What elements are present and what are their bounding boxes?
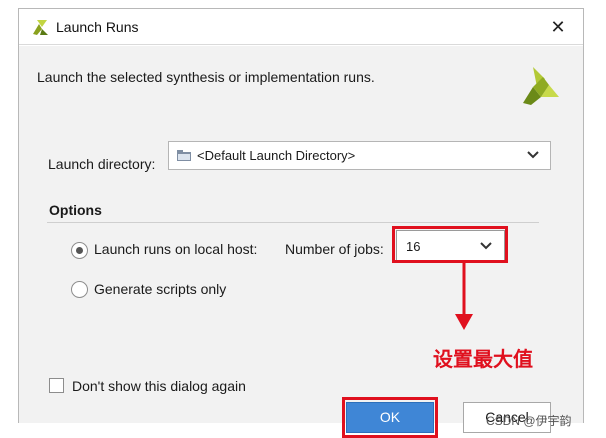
xilinx-logo-icon bbox=[33, 20, 48, 35]
chevron-down-icon[interactable] bbox=[527, 151, 539, 159]
launch-directory-label: Launch directory: bbox=[48, 156, 156, 172]
annotation-text: 设置最大值 bbox=[433, 347, 533, 371]
dialog-description: Launch the selected synthesis or impleme… bbox=[37, 69, 375, 85]
generate-scripts-label[interactable]: Generate scripts only bbox=[94, 281, 226, 297]
launch-directory-value: <Default Launch Directory> bbox=[197, 148, 356, 163]
title-bar: Launch Runs ✕ bbox=[19, 9, 583, 45]
dialog-title: Launch Runs bbox=[56, 19, 139, 35]
launch-directory-select[interactable]: <Default Launch Directory> bbox=[168, 141, 551, 170]
dialog-body: Launch the selected synthesis or impleme… bbox=[19, 46, 583, 438]
close-icon[interactable]: ✕ bbox=[547, 16, 569, 38]
annotation-arrow-icon bbox=[455, 262, 473, 330]
ok-highlight-box bbox=[342, 397, 438, 438]
local-host-radio[interactable] bbox=[71, 242, 88, 259]
launch-runs-dialog: Launch Runs ✕ Launch the selected synthe… bbox=[18, 8, 584, 438]
options-divider bbox=[47, 222, 539, 223]
xilinx-logo-icon bbox=[523, 67, 559, 105]
folder-icon bbox=[177, 150, 191, 161]
jobs-highlight-box bbox=[392, 226, 508, 263]
local-host-label[interactable]: Launch runs on local host: bbox=[94, 241, 257, 257]
dont-show-checkbox[interactable] bbox=[49, 378, 64, 393]
generate-scripts-radio[interactable] bbox=[71, 281, 88, 298]
dont-show-label[interactable]: Don't show this dialog again bbox=[72, 378, 246, 394]
number-of-jobs-label: Number of jobs: bbox=[285, 241, 384, 257]
options-group-label: Options bbox=[49, 202, 102, 218]
watermark: CSDN @伊宇韵 bbox=[486, 414, 572, 428]
